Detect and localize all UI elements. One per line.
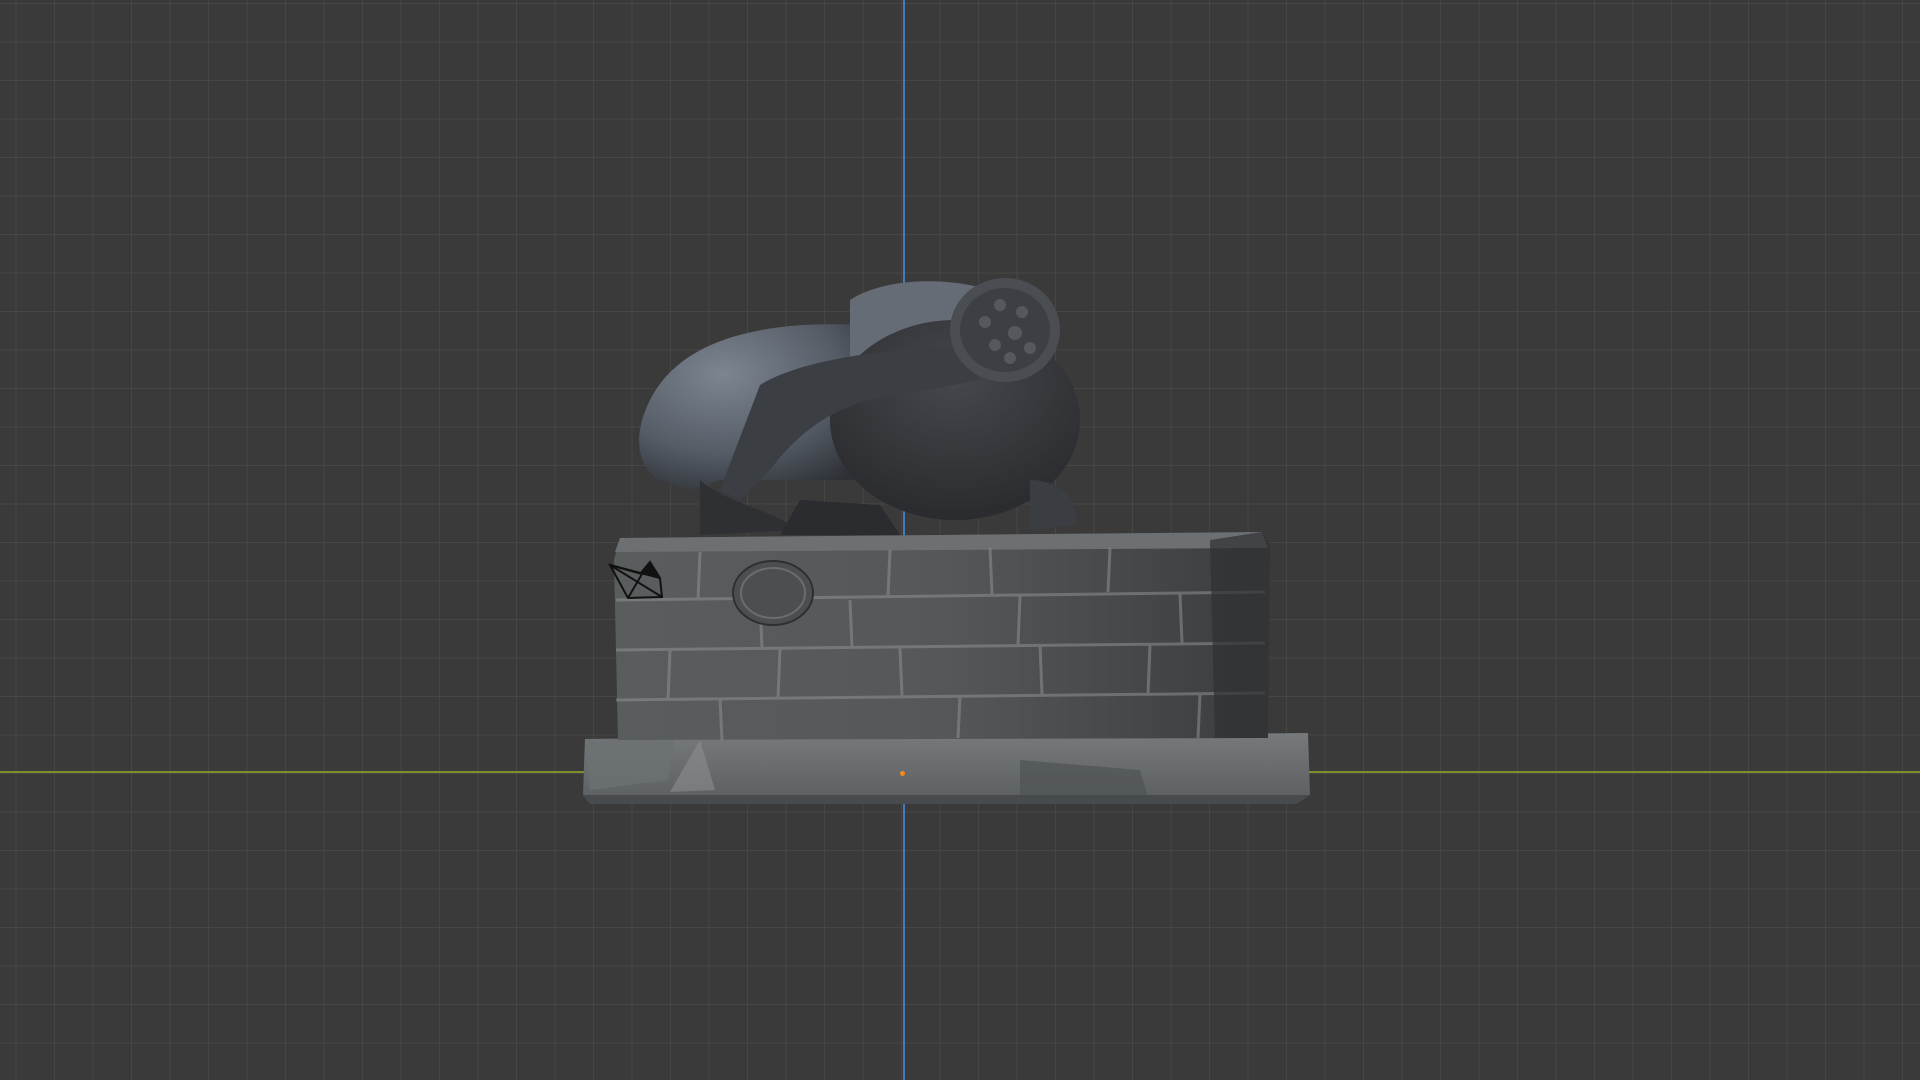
3d-viewport[interactable] xyxy=(0,0,1920,1080)
scene-canvas[interactable] xyxy=(0,0,1920,1080)
object-origin-point xyxy=(900,771,905,776)
statue-mesh[interactable] xyxy=(583,278,1310,804)
